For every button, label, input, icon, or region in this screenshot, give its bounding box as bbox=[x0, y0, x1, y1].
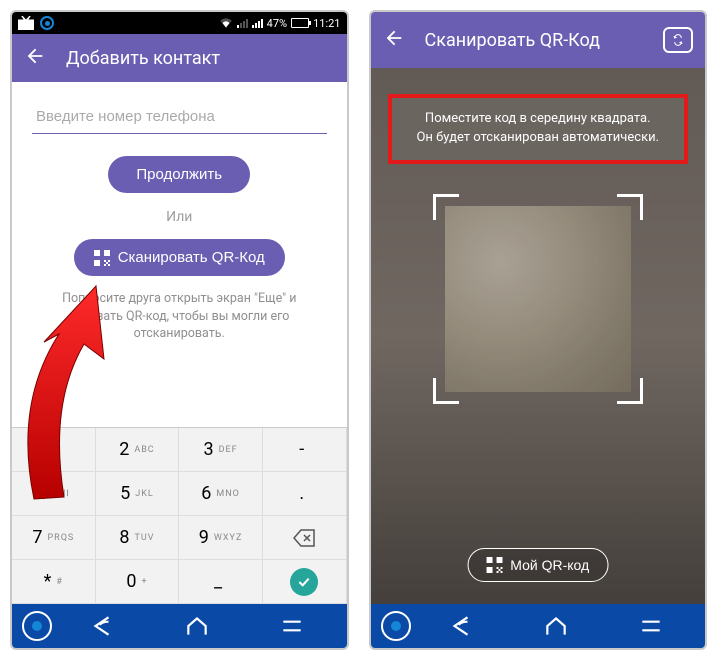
key-8[interactable]: 8TUV bbox=[96, 516, 180, 560]
battery-percent: 47% bbox=[267, 17, 287, 30]
key-0[interactable]: 0+ bbox=[96, 560, 180, 604]
clock: 11:21 bbox=[313, 17, 340, 30]
checkmark-icon bbox=[290, 568, 318, 596]
camera-preview-tile bbox=[445, 206, 631, 392]
qr-icon bbox=[94, 250, 110, 266]
system-nav-bar bbox=[371, 604, 706, 648]
signal-bars-2-icon bbox=[252, 18, 263, 28]
phone-right: Сканировать QR-Код Поместите код в серед… bbox=[369, 10, 708, 650]
key-4[interactable]: 4GHI bbox=[12, 472, 96, 516]
numeric-keypad: 1 2ABC 3DEF - 4GHI 5JKL 6MNO . 7PRQS 8TU… bbox=[12, 427, 347, 604]
nav-home-button[interactable] bbox=[511, 613, 600, 639]
help-text: Попросите друга открыть экран "Еще" и по… bbox=[32, 290, 327, 343]
key-6[interactable]: 6MNO bbox=[179, 472, 263, 516]
teamviewer-nav-icon[interactable] bbox=[22, 611, 52, 641]
key-2[interactable]: 2ABC bbox=[96, 428, 180, 472]
notification-icon bbox=[18, 16, 34, 30]
my-qr-button[interactable]: Мой QR-код bbox=[467, 548, 608, 582]
app-bar-right: Сканировать QR-Код bbox=[371, 12, 706, 68]
add-contact-content: Продолжить Или Сканировать QR-Код Попрос… bbox=[12, 82, 347, 427]
qr-icon bbox=[486, 557, 502, 573]
my-qr-label: Мой QR-код bbox=[510, 557, 589, 573]
frame-corner-br bbox=[617, 378, 643, 404]
scan-frame bbox=[433, 194, 643, 404]
instruction-line-1: Поместите код в середину квадрата. bbox=[402, 110, 674, 129]
key-9[interactable]: 9WXYZ bbox=[179, 516, 263, 560]
key-7[interactable]: 7PRQS bbox=[12, 516, 96, 560]
phone-number-input[interactable] bbox=[32, 100, 327, 134]
nav-back-button[interactable] bbox=[58, 613, 147, 639]
key-3[interactable]: 3DEF bbox=[179, 428, 263, 472]
key-dot[interactable]: . bbox=[263, 472, 347, 516]
or-label: Или bbox=[166, 209, 192, 225]
frame-corner-tr bbox=[617, 194, 643, 220]
battery-icon bbox=[291, 18, 309, 28]
key-backspace[interactable] bbox=[263, 516, 347, 560]
key-minus[interactable]: - bbox=[263, 428, 347, 472]
nav-recent-button[interactable] bbox=[606, 613, 695, 639]
frame-corner-bl bbox=[433, 378, 459, 404]
signal-bars-1-icon bbox=[237, 18, 248, 28]
back-icon[interactable] bbox=[383, 27, 405, 54]
back-icon[interactable] bbox=[24, 45, 46, 72]
camera-viewfinder: Поместите код в середину квадрата. Он бу… bbox=[371, 68, 706, 604]
scan-instruction-highlight: Поместите код в середину квадрата. Он бу… bbox=[388, 94, 688, 164]
wifi-icon bbox=[219, 18, 233, 28]
scan-qr-button[interactable]: Сканировать QR-Код bbox=[74, 239, 285, 276]
instruction-line-2: Он будет отсканирован автоматически. bbox=[402, 129, 674, 148]
app-title-right: Сканировать QR-Код bbox=[425, 30, 601, 51]
frame-corner-tl bbox=[433, 194, 459, 220]
system-nav-bar bbox=[12, 604, 347, 648]
key-star[interactable]: *# bbox=[12, 560, 96, 604]
continue-button[interactable]: Продолжить bbox=[108, 156, 250, 193]
scan-qr-label: Сканировать QR-Код bbox=[118, 249, 265, 266]
teamviewer-nav-icon[interactable] bbox=[381, 611, 411, 641]
status-bar: 47% 11:21 bbox=[12, 12, 347, 34]
key-underscore[interactable]: _ bbox=[179, 560, 263, 604]
switch-camera-button[interactable] bbox=[663, 27, 693, 53]
nav-home-button[interactable] bbox=[153, 613, 242, 639]
key-5[interactable]: 5JKL bbox=[96, 472, 180, 516]
teamviewer-status-icon bbox=[40, 16, 54, 30]
nav-back-button[interactable] bbox=[417, 613, 506, 639]
key-done[interactable] bbox=[263, 560, 347, 604]
phone-left: 47% 11:21 Добавить контакт Продолжить Ил… bbox=[10, 10, 349, 650]
app-title-left: Добавить контакт bbox=[66, 48, 220, 69]
app-bar-left: Добавить контакт bbox=[12, 34, 347, 82]
nav-recent-button[interactable] bbox=[248, 613, 337, 639]
key-1[interactable]: 1 bbox=[12, 428, 96, 472]
